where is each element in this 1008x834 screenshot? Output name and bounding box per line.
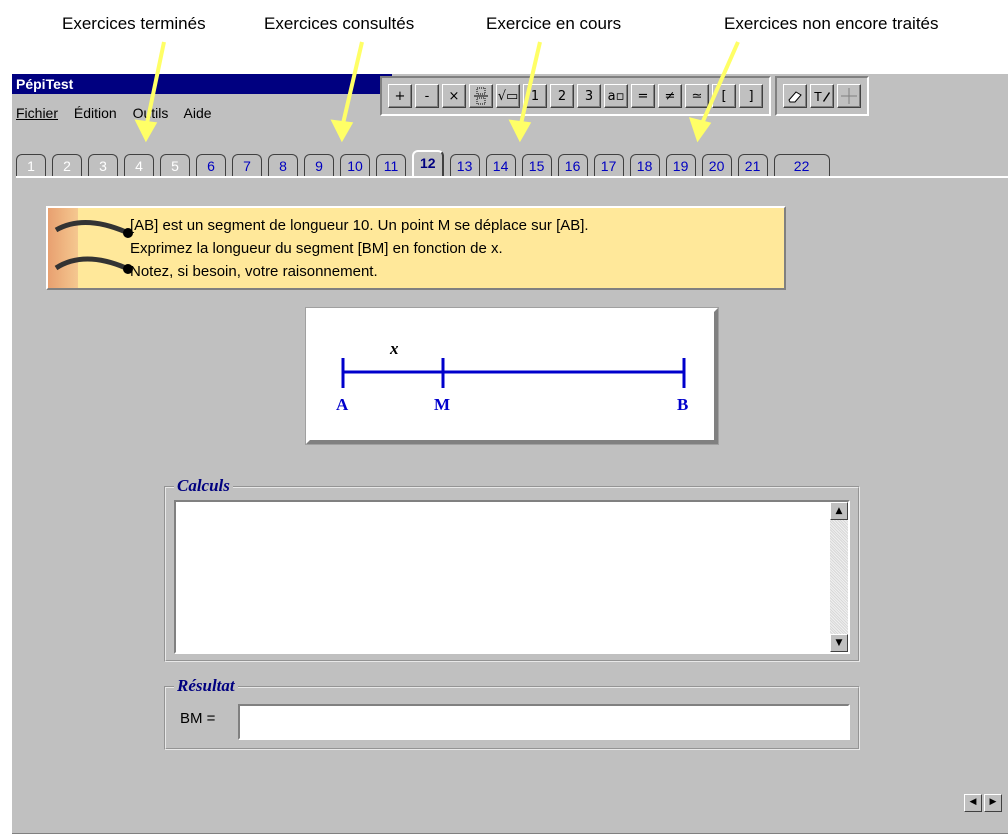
exercise-statement: [AB] est un segment de longueur 10. Un p… (46, 206, 786, 290)
window-title: PépiTest (12, 74, 392, 94)
menu-bar: Fichier Édition Outils Aide (12, 102, 224, 124)
tab-exercise-11[interactable]: 11 (376, 154, 406, 176)
menu-edition[interactable]: Édition (74, 105, 117, 121)
nav-left-arrow[interactable]: ◀ (964, 794, 982, 812)
left-bracket-button[interactable]: [ (712, 84, 736, 108)
tab-exercise-15[interactable]: 15 (521, 154, 552, 176)
equals-button[interactable]: = (631, 84, 655, 108)
svg-text:T: T (814, 89, 822, 104)
resultat-legend: Résultat (174, 676, 238, 696)
plus-button[interactable]: + (388, 84, 412, 108)
segment-diagram: x A M B (336, 339, 688, 414)
tab-exercise-10[interactable]: 10 (340, 154, 370, 176)
tab-exercise-9[interactable]: 9 (304, 154, 334, 176)
tab-divider (16, 176, 1008, 178)
app-window: PépiTest Fichier Édition Outils Aide + -… (10, 72, 1008, 834)
times-button[interactable]: × (442, 84, 466, 108)
tab-exercise-6[interactable]: 6 (196, 154, 226, 176)
nav-right-arrow[interactable]: ▶ (984, 794, 1002, 812)
tab-exercise-2[interactable]: 2 (52, 154, 82, 176)
eraser-button[interactable] (783, 84, 807, 108)
sqrt-button[interactable]: √▭ (496, 84, 520, 108)
text-pen-button[interactable]: T (810, 84, 834, 108)
binder-rings-icon (54, 219, 133, 274)
label-x: x (389, 339, 399, 358)
exercise-tabs: 1 2 3 4 5 6 7 8 9 10 11 12 13 14 15 16 17 18 19 20 21 22 (16, 150, 1008, 176)
calculs-group: Calculs ▲ ▼ (164, 476, 860, 662)
tab-exercise-19[interactable]: 19 (665, 154, 696, 176)
not-equal-button[interactable]: ≠ (658, 84, 682, 108)
superscript-3-button[interactable]: 3 (577, 84, 601, 108)
right-bracket-button[interactable]: ] (739, 84, 763, 108)
fraction-icon (474, 87, 488, 105)
annotation-finished-exercises: Exercices terminés (62, 14, 206, 33)
statement-line-1: [AB] est un segment de longueur 10. Un p… (130, 217, 589, 234)
minus-button[interactable]: - (415, 84, 439, 108)
text-pen-icon: T (814, 89, 830, 104)
scroll-up-button[interactable]: ▲ (830, 502, 848, 520)
tab-exercise-3[interactable]: 3 (88, 154, 118, 176)
label-b: B (677, 395, 688, 414)
eraser-icon (788, 91, 802, 103)
tab-exercise-12[interactable]: 12 (412, 150, 444, 176)
nav-arrows: ◀ ▶ (964, 794, 1002, 812)
cursor-icon (841, 88, 857, 104)
tab-exercise-8[interactable]: 8 (268, 154, 298, 176)
annotation-pending-exercises: Exercices non encore traités (724, 14, 939, 33)
bm-label: BM = (180, 710, 216, 727)
statement-line-3: Notez, si besoin, votre raisonnement. (130, 263, 378, 280)
scroll-down-button[interactable]: ▼ (830, 634, 848, 652)
tab-exercise-7[interactable]: 7 (232, 154, 262, 176)
tab-exercise-5[interactable]: 5 (160, 154, 190, 176)
calculs-legend: Calculs (174, 476, 233, 496)
tab-exercise-16[interactable]: 16 (557, 154, 588, 176)
calculs-scrollbar[interactable]: ▲ ▼ (830, 502, 848, 652)
annotation-current-exercise: Exercice en cours (486, 14, 622, 33)
approx-button[interactable]: ≃ (685, 84, 709, 108)
superscript-1-button[interactable]: 1 (523, 84, 547, 108)
edit-tools-group: T (775, 76, 869, 116)
resultat-group: Résultat BM = (164, 676, 860, 750)
menu-aide[interactable]: Aide (184, 105, 212, 121)
fraction-button[interactable] (469, 84, 493, 108)
label-a: A (336, 395, 349, 414)
label-m: M (434, 395, 450, 414)
tab-exercise-17[interactable]: 17 (593, 154, 624, 176)
tab-exercise-20[interactable]: 20 (701, 154, 732, 176)
superscript-2-button[interactable]: 2 (550, 84, 574, 108)
tab-exercise-18[interactable]: 18 (629, 154, 660, 176)
tab-exercise-1[interactable]: 1 (16, 154, 46, 176)
cursor-button[interactable] (837, 84, 861, 108)
tab-exercise-21[interactable]: 21 (737, 154, 768, 176)
statement-text: [AB] est un segment de longueur 10. Un p… (130, 214, 589, 283)
menu-outils[interactable]: Outils (133, 105, 169, 121)
bm-input[interactable] (238, 704, 850, 740)
segment-figure: x A M B (305, 307, 719, 445)
calculs-textarea[interactable]: ▲ ▼ (174, 500, 850, 654)
tab-exercise-13[interactable]: 13 (449, 154, 480, 176)
tab-exercise-4[interactable]: 4 (124, 154, 154, 176)
statement-line-2: Exprimez la longueur du segment [BM] en … (130, 240, 503, 257)
math-symbols-group: + - × √▭ 1 2 3 a▫ = ≠ ≃ [ ] (380, 76, 771, 116)
tab-exercise-14[interactable]: 14 (485, 154, 516, 176)
math-toolbar: + - × √▭ 1 2 3 a▫ = ≠ ≃ [ ] T (380, 76, 1008, 116)
menu-fichier[interactable]: Fichier (16, 105, 58, 121)
power-button[interactable]: a▫ (604, 84, 628, 108)
tab-exercise-22[interactable]: 22 (773, 154, 830, 176)
annotation-viewed-exercises: Exercices consultés (264, 14, 415, 33)
